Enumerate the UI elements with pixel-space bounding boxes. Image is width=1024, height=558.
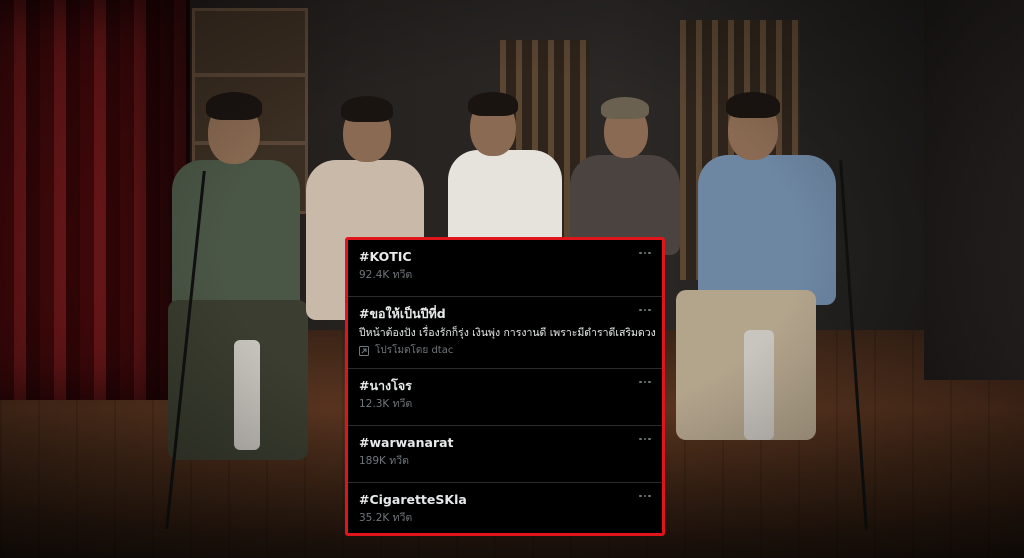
trend-item[interactable]: #CigaretteSKla 35.2K ทวีต [348,483,662,533]
trend-hashtag[interactable]: #CigaretteSKla [359,491,650,508]
trend-item[interactable]: #warwanarat 189K ทวีต [348,426,662,483]
trend-tweet-count: 189K ทวีต [359,455,409,467]
more-horizontal-icon[interactable] [638,434,652,444]
promoted-by-text: โปรโมตโดย dtac [375,345,454,356]
trend-hashtag[interactable]: #นางโจร [359,377,650,394]
trend-hashtag[interactable]: #KOTIC [359,248,650,265]
trend-tweet-count: 92.4K ทวีต [359,269,413,281]
trends-panel: #KOTIC 92.4K ทวีต #ขอให้เป็นปีที่d ปีหน้… [345,237,665,536]
trend-item[interactable]: #KOTIC 92.4K ทวีต [348,240,662,297]
promoted-arrow-icon [359,345,369,356]
trend-tweet-count: 12.3K ทวีต [359,398,413,410]
trend-tweet-count: 35.2K ทวีต [359,512,413,524]
promoted-label: โปรโมตโดย dtac [359,344,650,357]
trend-item-promoted[interactable]: #ขอให้เป็นปีที่d ปีหน้าต้องปัง เรื่องรัก… [348,297,662,369]
more-horizontal-icon[interactable] [638,305,652,315]
more-horizontal-icon[interactable] [638,491,652,501]
trend-hashtag[interactable]: #ขอให้เป็นปีที่d [359,305,650,322]
more-horizontal-icon[interactable] [638,248,652,258]
more-horizontal-icon[interactable] [638,377,652,387]
trend-hashtag[interactable]: #warwanarat [359,434,650,451]
trend-description: ปีหน้าต้องปัง เรื่องรักก็รุ่ง เงินพุ่ง ก… [359,327,656,339]
trend-item[interactable]: #นางโจร 12.3K ทวีต [348,369,662,426]
